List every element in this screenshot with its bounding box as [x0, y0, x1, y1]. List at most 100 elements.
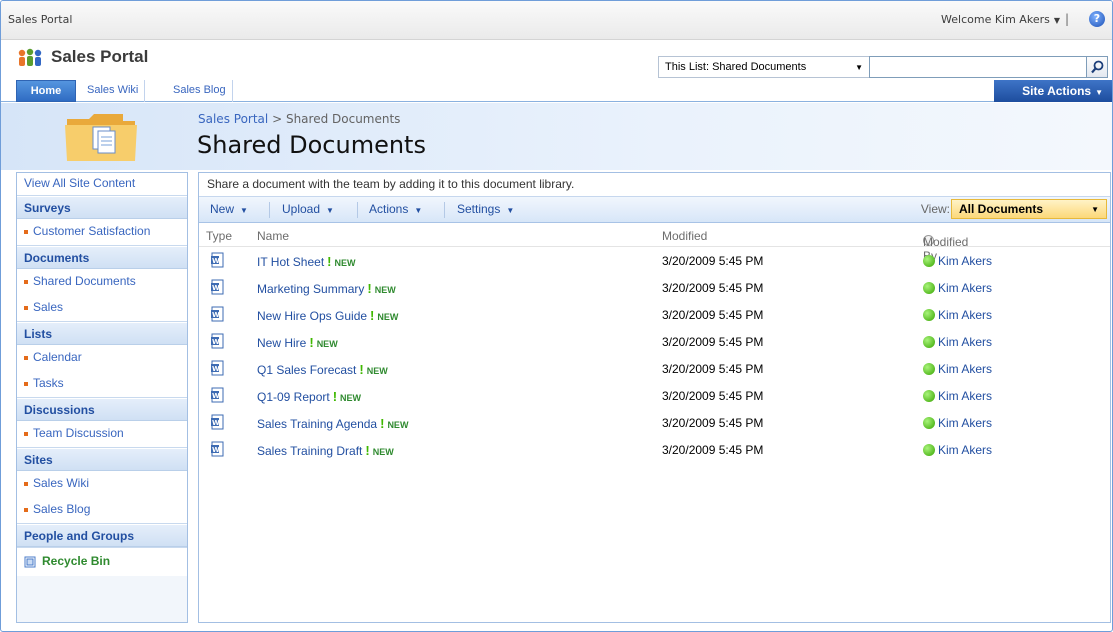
page-title: Shared Documents — [197, 131, 426, 159]
new-menu-button[interactable]: New ▼ — [210, 202, 248, 216]
new-flag-icon: ! — [309, 335, 314, 350]
nav-header-people-and-groups[interactable]: People and Groups — [17, 524, 187, 547]
column-header-type[interactable]: Type — [206, 229, 232, 243]
document-name-link[interactable]: Marketing Summary! NEW — [257, 281, 396, 296]
sidebar-item-sales-wiki[interactable]: Sales Wiki — [17, 471, 187, 497]
nav-header-sites[interactable]: Sites — [17, 448, 187, 471]
new-badge: NEW — [372, 447, 394, 457]
document-name: Sales Training Agenda — [257, 417, 378, 431]
global-separator: | — [1064, 12, 1069, 26]
modified-by-name: Kim Akers — [938, 281, 993, 295]
chevron-down-icon: ▼ — [1053, 16, 1060, 25]
modified-by-link[interactable]: Kim Akers — [923, 254, 992, 268]
help-icon[interactable]: ? — [1089, 11, 1105, 27]
word-document-icon[interactable]: W — [210, 306, 226, 322]
modified-by-name: Kim Akers — [938, 308, 993, 322]
modified-by-link[interactable]: Kim Akers — [923, 389, 992, 403]
breadcrumb-parent-link[interactable]: Sales Portal — [198, 112, 268, 126]
actions-label: Actions — [369, 202, 409, 216]
top-nav: Home Sales Wiki Sales Blog — [1, 80, 1112, 102]
document-name: New Hire — [257, 336, 307, 350]
view-select[interactable]: All Documents ▼ — [951, 199, 1107, 219]
nav-group-documents: Documents Shared Documents Sales — [17, 246, 187, 322]
word-document-icon[interactable]: W — [210, 252, 226, 268]
bullet-icon — [24, 305, 28, 310]
search-button[interactable] — [1086, 56, 1108, 78]
word-document-icon[interactable]: W — [210, 414, 226, 430]
new-badge: NEW — [316, 339, 338, 349]
new-badge: NEW — [366, 366, 388, 376]
document-name-link[interactable]: Sales Training Agenda! NEW — [257, 416, 408, 431]
document-name: IT Hot Sheet — [257, 255, 325, 269]
sidebar-item-shared-documents[interactable]: Shared Documents — [17, 269, 187, 295]
presence-online-icon — [923, 363, 935, 375]
word-document-icon[interactable]: W — [210, 360, 226, 376]
tab-home[interactable]: Home — [16, 80, 76, 102]
sidebar-item-tasks[interactable]: Tasks — [17, 371, 187, 397]
modified-by-link[interactable]: Kim Akers — [923, 281, 992, 295]
table-row: W Marketing Summary! NEW 3/20/2009 5:45 P… — [199, 274, 1110, 301]
recycle-bin-link[interactable]: Recycle Bin — [17, 548, 187, 576]
modified-by-link[interactable]: Kim Akers — [923, 308, 992, 322]
global-site-link[interactable]: Sales Portal — [8, 13, 72, 26]
modified-by-name: Kim Akers — [938, 443, 993, 457]
nav-header-documents[interactable]: Documents — [17, 246, 187, 269]
search-scope-select[interactable]: This List: Shared Documents ▼ — [658, 56, 870, 78]
new-flag-icon: ! — [327, 254, 332, 269]
sidebar-item-customer-satisfaction[interactable]: Customer Satisfaction — [17, 219, 187, 245]
word-document-icon[interactable]: W — [210, 387, 226, 403]
settings-menu-button[interactable]: Settings ▼ — [457, 202, 514, 216]
column-header-modified[interactable]: Modified — [662, 229, 707, 243]
document-name-link[interactable]: New Hire! NEW — [257, 335, 338, 350]
document-name-link[interactable]: New Hire Ops Guide! NEW — [257, 308, 398, 323]
document-name-link[interactable]: Sales Training Draft! NEW — [257, 443, 394, 458]
site-actions-button[interactable]: Site Actions ▼ — [994, 80, 1112, 102]
svg-text:W: W — [212, 284, 220, 292]
presence-online-icon — [923, 417, 935, 429]
svg-text:W: W — [212, 365, 220, 373]
bullet-icon — [24, 279, 28, 284]
welcome-menu[interactable]: Welcome Kim Akers ▼ — [941, 13, 1060, 26]
bullet-icon — [24, 229, 28, 234]
new-flag-icon: ! — [365, 443, 370, 458]
document-name-link[interactable]: Q1 Sales Forecast! NEW — [257, 362, 388, 377]
search-icon — [1091, 60, 1104, 74]
upload-menu-button[interactable]: Upload ▼ — [282, 202, 334, 216]
toolbar-divider — [444, 202, 445, 218]
tab-sales-wiki[interactable]: Sales Wiki — [81, 80, 146, 102]
modified-date: 3/20/2009 5:45 PM — [662, 389, 764, 403]
nav-header-lists[interactable]: Lists — [17, 322, 187, 345]
modified-date: 3/20/2009 5:45 PM — [662, 281, 764, 295]
sidebar-item-team-discussion[interactable]: Team Discussion — [17, 421, 187, 447]
search-input[interactable] — [869, 56, 1087, 78]
modified-by-link[interactable]: Kim Akers — [923, 335, 992, 349]
breadcrumb-separator: > — [272, 112, 283, 126]
modified-by-name: Kim Akers — [938, 254, 993, 268]
new-badge: NEW — [340, 393, 362, 403]
upload-label: Upload — [282, 202, 321, 216]
modified-date: 3/20/2009 5:45 PM — [662, 335, 764, 349]
column-header-name[interactable]: Name — [257, 229, 289, 243]
portal-title[interactable]: Sales Portal — [51, 47, 148, 67]
tab-sales-blog[interactable]: Sales Blog — [167, 80, 233, 102]
new-badge: NEW — [377, 312, 399, 322]
sidebar-item-sales[interactable]: Sales — [17, 295, 187, 321]
modified-by-link[interactable]: Kim Akers — [923, 362, 992, 376]
nav-header-surveys[interactable]: Surveys — [17, 196, 187, 219]
actions-menu-button[interactable]: Actions ▼ — [369, 202, 422, 216]
sidebar-item-label: Tasks — [33, 376, 64, 390]
nav-header-discussions[interactable]: Discussions — [17, 398, 187, 421]
sidebar-item-sales-blog[interactable]: Sales Blog — [17, 497, 187, 523]
word-document-icon[interactable]: W — [210, 279, 226, 295]
sidebar-item-calendar[interactable]: Calendar — [17, 345, 187, 371]
modified-by-link[interactable]: Kim Akers — [923, 443, 992, 457]
modified-by-link[interactable]: Kim Akers — [923, 416, 992, 430]
presence-online-icon — [923, 336, 935, 348]
toolbar-divider — [357, 202, 358, 218]
modified-date: 3/20/2009 5:45 PM — [662, 443, 764, 457]
document-name-link[interactable]: Q1-09 Report! NEW — [257, 389, 361, 404]
document-name-link[interactable]: IT Hot Sheet! NEW — [257, 254, 356, 269]
word-document-icon[interactable]: W — [210, 441, 226, 457]
word-document-icon[interactable]: W — [210, 333, 226, 349]
view-all-site-content-link[interactable]: View All Site Content — [17, 173, 187, 196]
